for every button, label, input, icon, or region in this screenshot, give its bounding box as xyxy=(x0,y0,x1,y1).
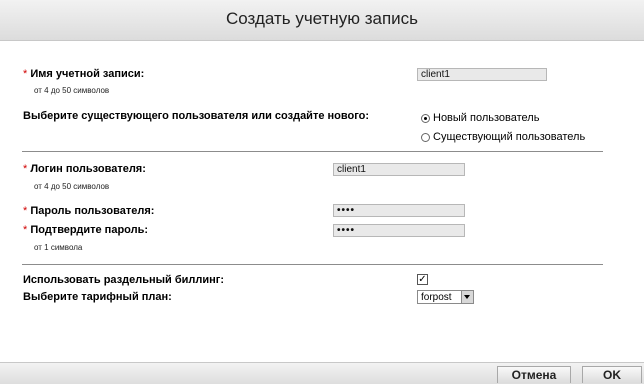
user-choice-label: Выберите существующего пользователя или … xyxy=(23,110,370,122)
radio-existing-user[interactable]: Существующий пользователь xyxy=(421,131,585,143)
create-account-dialog: Создать учетную запись * Имя учетной зап… xyxy=(0,0,644,384)
password-field[interactable]: •••• xyxy=(333,204,465,217)
divider-1 xyxy=(22,151,603,152)
confirm-password-field[interactable]: •••• xyxy=(333,224,465,237)
required-mark: * xyxy=(23,205,28,217)
ok-button[interactable]: OK xyxy=(582,366,642,383)
radio-new-user[interactable]: Новый пользователь xyxy=(421,112,539,124)
tariff-selected-value: forpost xyxy=(421,291,452,303)
confirm-password-label: * Подтвердите пароль: xyxy=(23,224,149,236)
radio-existing-user-indicator[interactable] xyxy=(421,132,430,142)
radio-new-user-indicator[interactable] xyxy=(421,113,430,123)
confirm-password-hint: от 1 символа xyxy=(34,243,83,252)
tariff-label: Выберите тарифный план: xyxy=(23,291,172,303)
radio-existing-user-label: Существующий пользователь xyxy=(433,131,586,143)
billing-checkbox[interactable]: ✓ xyxy=(417,274,428,285)
password-label: * Пароль пользователя: xyxy=(23,205,155,217)
radio-new-user-label: Новый пользователь xyxy=(433,112,540,124)
login-hint: от 4 до 50 символов xyxy=(34,182,110,191)
required-mark: * xyxy=(23,224,28,236)
chevron-down-icon[interactable] xyxy=(461,291,473,303)
billing-label: Использовать раздельный биллинг: xyxy=(23,274,225,286)
required-mark: * xyxy=(23,68,28,80)
dialog-title-bar: Создать учетную запись xyxy=(0,0,644,41)
tariff-select[interactable]: forpost xyxy=(417,290,474,304)
login-field[interactable]: client1 xyxy=(333,163,465,176)
account-name-field[interactable]: client1 xyxy=(417,68,547,81)
cancel-button[interactable]: Отмена xyxy=(497,366,571,383)
login-label: * Логин пользователя: xyxy=(23,163,146,175)
required-mark: * xyxy=(23,163,28,175)
dialog-title: Создать учетную запись xyxy=(225,9,419,28)
account-name-label: * Имя учетной записи: xyxy=(23,68,145,80)
account-name-hint: от 4 до 50 символов xyxy=(34,86,110,95)
divider-2 xyxy=(22,264,603,265)
